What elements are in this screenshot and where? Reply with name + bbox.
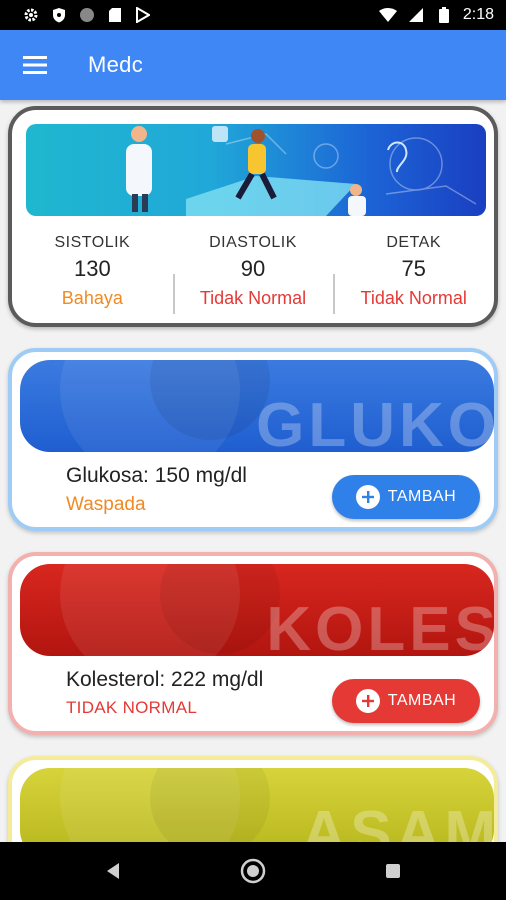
plus-circle-icon [355, 689, 380, 713]
add-glucose-label: TAMBAH [387, 488, 457, 505]
shield-icon [50, 6, 68, 24]
app-title: Medc [88, 52, 143, 77]
main-content[interactable]: SISTOLIK 130 Bahaya DIASTOLIK 90 Tidak N… [0, 100, 506, 842]
status-bar: 2:18 [0, 0, 506, 30]
status-icons-right: 2:18 [378, 6, 494, 24]
play-store-icon [134, 6, 152, 24]
battery-icon [435, 6, 453, 24]
glucose-banner-text: GLUKO [256, 391, 494, 452]
system-nav-bar [0, 842, 506, 900]
glucose-info: Glukosa: 150 mg/dl Waspada [66, 464, 247, 516]
blood-pressure-card[interactable]: SISTOLIK 130 Bahaya DIASTOLIK 90 Tidak N… [8, 106, 498, 327]
back-icon [107, 863, 119, 879]
status-icons-left [22, 6, 152, 24]
heart-rate-status: Tidak Normal [360, 288, 467, 308]
gear-icon [22, 6, 40, 24]
diastolic-stat: DIASTOLIK 90 Tidak Normal [172, 234, 334, 314]
back-button[interactable] [98, 856, 128, 886]
sd-card-icon [106, 6, 124, 24]
recents-icon [386, 864, 400, 878]
diastolic-label: DIASTOLIK [209, 234, 297, 251]
recents-button[interactable] [378, 856, 408, 886]
home-icon [240, 858, 266, 884]
cholesterol-banner-text: KOLES [266, 595, 494, 656]
signal-icon [407, 6, 425, 24]
cholesterol-card[interactable]: KOLES Kolesterol: 222 mg/dl TIDAK NORMAL… [8, 552, 498, 735]
diastolic-value: 90 [240, 256, 266, 281]
add-cholesterol-label: TAMBAH [387, 692, 457, 709]
systolic-status: Bahaya [61, 288, 123, 308]
cholesterol-info: Kolesterol: 222 mg/dl TIDAK NORMAL [66, 668, 263, 718]
home-button[interactable] [238, 856, 268, 886]
glucose-banner: GLUKO [20, 360, 494, 452]
diastolic-status: Tidak Normal [199, 288, 307, 308]
circle-icon [78, 6, 96, 24]
heart-rate-label: DETAK [386, 234, 441, 251]
uric-acid-card[interactable]: ASAM [8, 756, 498, 842]
blood-pressure-stats: SISTOLIK 130 Bahaya DIASTOLIK 90 Tidak N… [12, 234, 494, 314]
clock: 2:18 [462, 6, 494, 23]
cholesterol-status: TIDAK NORMAL [66, 698, 198, 717]
plus-circle-icon [355, 485, 380, 509]
cholesterol-reading: Kolesterol: 222 mg/dl [66, 668, 264, 691]
glucose-card[interactable]: GLUKO Glukosa: 150 mg/dl Waspada TAMBAH [8, 348, 498, 531]
heart-rate-stat: DETAK 75 Tidak Normal [333, 234, 494, 314]
systolic-value: 130 [73, 256, 111, 281]
hamburger-icon [23, 56, 47, 74]
blood-pressure-illustration [26, 124, 486, 216]
app-bar: Medc [0, 30, 506, 100]
add-glucose-button[interactable]: TAMBAH [332, 475, 480, 519]
glucose-reading: Glukosa: 150 mg/dl [66, 464, 247, 487]
cholesterol-banner: KOLES [20, 564, 494, 656]
add-cholesterol-button[interactable]: TAMBAH [332, 679, 480, 723]
uric-acid-banner-text: ASAM [301, 799, 494, 842]
wifi-icon [378, 6, 397, 24]
systolic-stat: SISTOLIK 130 Bahaya [12, 234, 173, 314]
menu-button[interactable] [0, 30, 70, 100]
glucose-status: Waspada [66, 494, 146, 515]
heart-rate-value: 75 [401, 256, 426, 281]
uric-acid-banner: ASAM [20, 768, 494, 842]
banner-decoration [150, 768, 270, 842]
systolic-label: SISTOLIK [54, 234, 131, 251]
